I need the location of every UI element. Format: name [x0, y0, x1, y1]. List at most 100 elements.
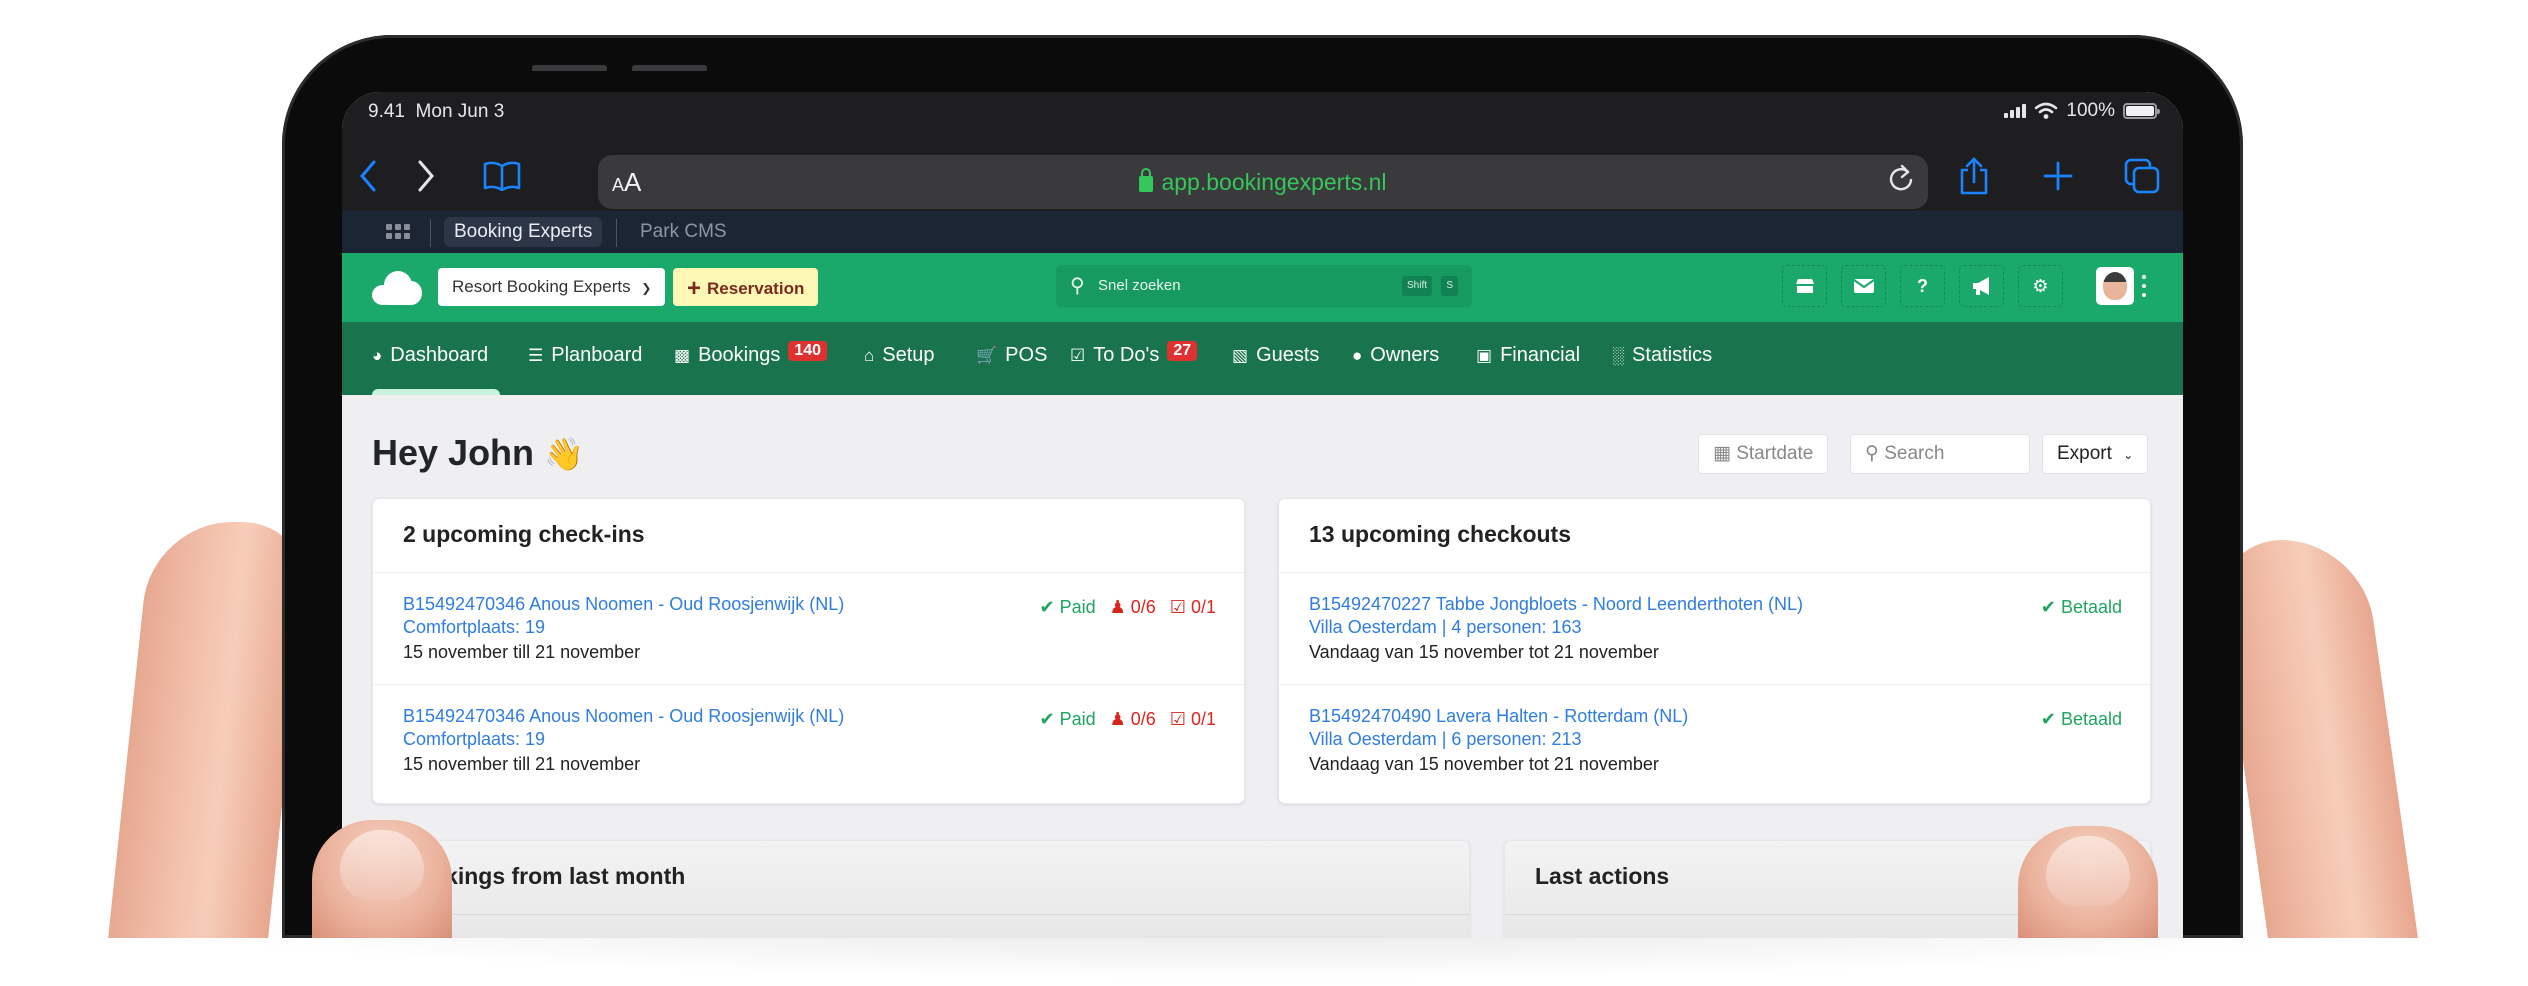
- battery-icon: [2123, 103, 2160, 119]
- calendar-icon: ▦: [1713, 443, 1731, 464]
- suitcase-icon: ▩: [674, 345, 691, 365]
- forward-icon[interactable]: [406, 156, 446, 196]
- bookings-count-badge: 140: [788, 340, 828, 361]
- inbox-icon: ▣: [1476, 345, 1493, 365]
- checkins-card: 2 upcoming check-ins B15492470346 Anous …: [372, 498, 1245, 804]
- app-header: Resort Booking Experts ❯ + Reservation ⚲ …: [342, 253, 2183, 322]
- shortcut-key-s: S: [1441, 276, 1458, 296]
- home-icon: ⌂: [864, 345, 875, 365]
- cart-icon: 🛒: [976, 345, 998, 365]
- booking-link[interactable]: B15492470490 Lavera Halten - Rotterdam (…: [1309, 705, 2120, 728]
- booking-link[interactable]: B15492470227 Tabbe Jongbloets - Noord Le…: [1309, 593, 2120, 616]
- new-reservation-button[interactable]: + Reservation: [673, 268, 819, 306]
- tab-divider: [616, 219, 617, 247]
- main-nav: ◕ Dashboard ☰ Planboard ▩ Bookings 140 ⌂ Set…: [342, 322, 2183, 395]
- organization-select[interactable]: Resort Booking Experts ❯: [438, 268, 666, 306]
- nav-guests[interactable]: ▧ Guests: [1232, 344, 1319, 367]
- safari-toolbar: AA app.bookingexperts.nl: [342, 142, 2183, 211]
- checkouts-title: 13 upcoming checkouts: [1279, 499, 2150, 573]
- announcement-icon[interactable]: [1959, 265, 2004, 307]
- bookings-last-month-card: okings from last month: [372, 840, 1470, 938]
- share-icon[interactable]: [1954, 156, 1994, 196]
- waving-hand-icon: 👋: [544, 436, 584, 472]
- check-icon: ✔: [2040, 597, 2056, 617]
- more-menu-icon[interactable]: [2142, 275, 2146, 297]
- store-icon[interactable]: [1782, 265, 1827, 307]
- nav-owners[interactable]: ● Owners: [1352, 344, 1439, 367]
- nav-todos[interactable]: ☑ To Do's 27: [1070, 340, 1198, 367]
- help-icon[interactable]: ?: [1900, 265, 1945, 307]
- unit-link[interactable]: Comfortplaats: 19: [403, 616, 1214, 639]
- status-indicators: 100%: [2004, 100, 2160, 122]
- unit-link[interactable]: Villa Oesterdam | 6 personen: 213: [1309, 728, 2120, 751]
- payment-status: ✔ Paid: [1039, 597, 1096, 617]
- new-tab-icon[interactable]: [2038, 156, 2078, 196]
- planboard-icon: ☰: [528, 345, 544, 365]
- nav-planboard[interactable]: ☰ Planboard: [528, 344, 642, 367]
- task-status: ☑ 0/1: [1169, 597, 1216, 617]
- address-bar[interactable]: AA app.bookingexperts.nl: [598, 155, 1928, 209]
- chart-icon: ░: [1612, 345, 1625, 365]
- tabs-overview-icon[interactable]: [2122, 156, 2162, 196]
- checkouts-card: 13 upcoming checkouts B15492470227 Tabbe…: [1278, 498, 2151, 804]
- checkout-row: B15492470490 Lavera Halten - Rotterdam (…: [1279, 685, 2150, 797]
- stay-dates: Vandaag van 15 november tot 21 november: [1309, 754, 1659, 774]
- settings-icon[interactable]: ⚙: [2018, 265, 2063, 307]
- nav-statistics[interactable]: ░ Statistics: [1612, 344, 1712, 367]
- unit-link[interactable]: Comfortplaats: 19: [403, 728, 1214, 751]
- todos-count-badge: 27: [1167, 340, 1198, 361]
- status-time: 9.41 Mon Jun 3: [368, 101, 505, 122]
- chevron-down-icon: ⌄: [2123, 448, 2134, 462]
- export-dropdown[interactable]: Export ⌄: [2042, 434, 2149, 474]
- volume-button: [632, 65, 707, 71]
- reload-icon[interactable]: [1886, 163, 1916, 203]
- right-thumb: [2018, 826, 2158, 938]
- users-icon: ●: [1352, 345, 1363, 365]
- mail-icon[interactable]: [1841, 265, 1886, 307]
- booking-status: ✔ Betaald: [2041, 597, 2122, 618]
- guest-registration-status: ♟ 0/6: [1109, 597, 1156, 617]
- check-icon: ✔: [1039, 597, 1055, 617]
- tab-booking-experts[interactable]: Booking Experts: [444, 217, 603, 247]
- back-icon[interactable]: [348, 156, 388, 196]
- payment-status: ✔ Betaald: [2040, 709, 2122, 729]
- unit-link[interactable]: Villa Oesterdam | 4 personen: 163: [1309, 616, 2120, 639]
- bookings-last-month-title: okings from last month: [373, 841, 1469, 915]
- search-input[interactable]: ⚲ Search: [1850, 434, 2030, 474]
- nav-financial[interactable]: ▣ Financial: [1476, 344, 1580, 367]
- wifi-icon: [2035, 102, 2058, 119]
- person-icon: ♟: [1109, 709, 1126, 729]
- bookmarks-icon[interactable]: [482, 156, 522, 196]
- nav-bookings[interactable]: ▩ Bookings 140: [674, 340, 828, 367]
- stay-dates: 15 november till 21 november: [403, 642, 641, 662]
- nav-dashboard[interactable]: ◕ Dashboard: [372, 344, 488, 367]
- checkbox-icon: ☑: [1169, 709, 1186, 729]
- volume-button: [532, 65, 607, 71]
- tab-divider: [430, 219, 431, 247]
- checkin-row: B15492470346 Anous Noomen - Oud Roosjenw…: [373, 573, 1244, 685]
- nav-pos[interactable]: 🛒 POS: [976, 344, 1047, 367]
- search-icon: ⚲: [1865, 443, 1879, 464]
- status-bar: 9.41 Mon Jun 3 100%: [342, 92, 2183, 142]
- cellular-signal-icon: [2004, 104, 2027, 118]
- shortcut-key-shift: Shift: [1401, 276, 1432, 296]
- left-thumb: [312, 820, 452, 938]
- booking-status: ✔ Paid ♟ 0/6 ☑ 0/1: [1039, 597, 1216, 618]
- tab-park-cms[interactable]: Park CMS: [630, 217, 737, 247]
- logo-cloud-icon[interactable]: [372, 271, 422, 305]
- url-text[interactable]: app.bookingexperts.nl: [598, 168, 1928, 196]
- plus-icon: +: [687, 275, 702, 302]
- startdate-filter[interactable]: ▦ Startdate: [1698, 434, 1829, 474]
- ipad-screen: 9.41 Mon Jun 3 100% AA app.bookingexpert…: [342, 92, 2183, 938]
- nav-setup[interactable]: ⌂ Setup: [864, 344, 935, 367]
- quick-search-input[interactable]: ⚲ Snel zoeken Shift S: [1056, 265, 1472, 307]
- check-icon: ✔: [2040, 709, 2056, 729]
- battery-percentage: 100%: [2066, 100, 2115, 121]
- checkbox-icon: ☑: [1070, 345, 1086, 365]
- tab-groups-icon[interactable]: [386, 224, 410, 239]
- person-icon: ♟: [1109, 597, 1126, 617]
- user-avatar[interactable]: [2096, 267, 2134, 305]
- page-title: Hey John 👋: [372, 432, 584, 473]
- payment-status: ✔ Paid: [1039, 709, 1096, 729]
- stay-dates: 15 november till 21 november: [403, 754, 641, 774]
